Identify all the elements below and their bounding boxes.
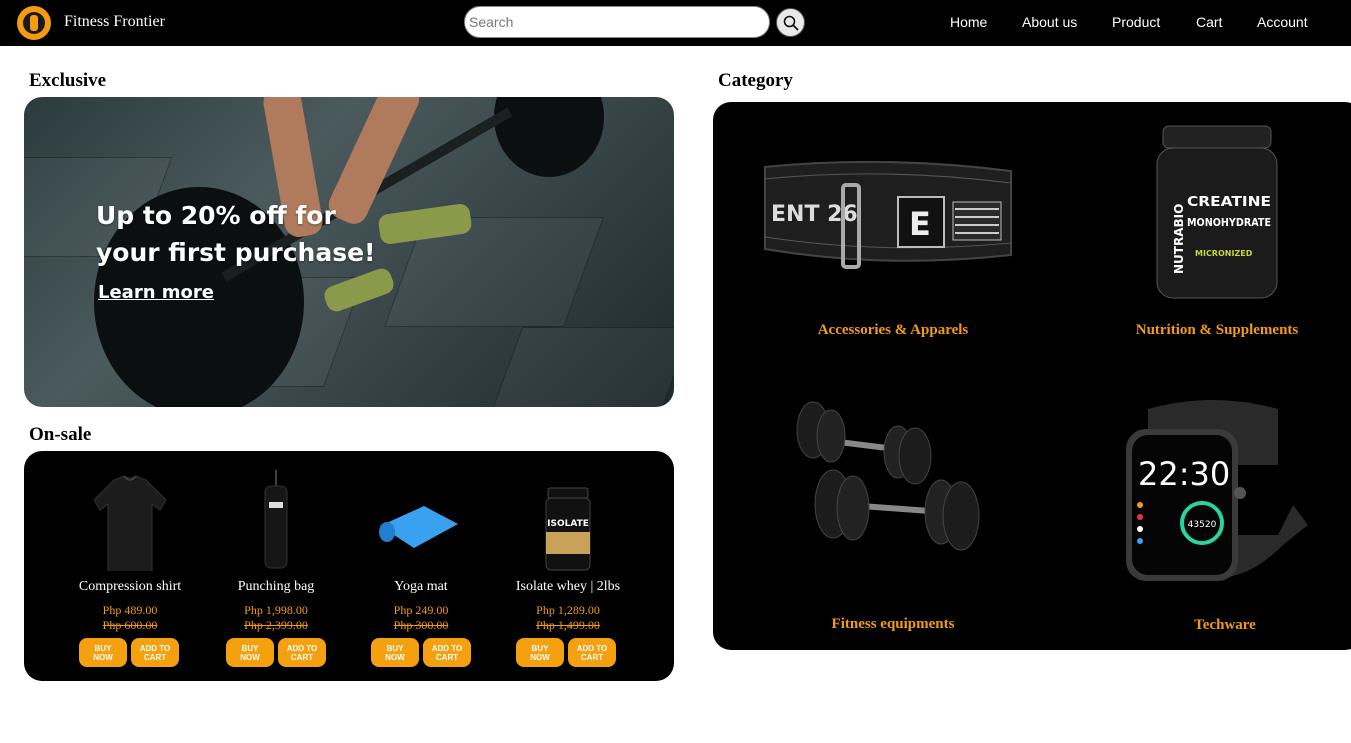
creatine-tub-image[interactable]: NUTRABIO CREATINE MONOHYDRATE MICRONIZED bbox=[1153, 124, 1281, 302]
onsale-title: On-sale bbox=[29, 424, 92, 445]
buy-now-button[interactable]: BUY NOW bbox=[226, 638, 274, 667]
banner-headline: Up to 20% off for your first purchase! bbox=[96, 197, 375, 271]
product-price: Php 249.00 bbox=[393, 603, 449, 617]
nav-about-us[interactable]: About us bbox=[1022, 14, 1077, 30]
product-name[interactable]: Isolate whey | 2lbs bbox=[483, 579, 653, 595]
watch-steps: 43520 bbox=[1188, 520, 1217, 530]
category-fitness-equipments[interactable]: Fitness equipments bbox=[743, 616, 1043, 633]
top-nav-bar: Fitness Frontier Home About us Product C… bbox=[0, 0, 1351, 46]
add-to-cart-button[interactable]: ADD TO CART bbox=[568, 638, 616, 667]
category-techware[interactable]: Techware bbox=[1075, 617, 1351, 634]
smartwatch-image[interactable]: 22:30 43520 bbox=[1118, 395, 1313, 600]
category-accessories-apparels[interactable]: Accessories & Apparels bbox=[743, 322, 1043, 339]
onsale-panel: Compression shirt Php 489.00 Php 600.00 … bbox=[24, 451, 674, 681]
category-title: Category bbox=[718, 70, 793, 91]
compression-shirt-image[interactable] bbox=[90, 466, 170, 571]
svg-text:MONOHYDRATE: MONOHYDRATE bbox=[1187, 216, 1271, 229]
buy-now-button[interactable]: BUY NOW bbox=[516, 638, 564, 667]
search-button[interactable] bbox=[776, 8, 805, 37]
exclusive-banner[interactable]: Up to 20% off for your first purchase! L… bbox=[24, 97, 674, 407]
nav-account[interactable]: Account bbox=[1257, 14, 1308, 30]
buy-now-button[interactable]: BUY NOW bbox=[371, 638, 419, 667]
category-nutrition-supplements[interactable]: Nutrition & Supplements bbox=[1067, 322, 1351, 339]
logo-figure bbox=[30, 15, 38, 31]
isolate-whey-image[interactable]: ISOLATE bbox=[528, 466, 608, 571]
product-price: Php 1,289.00 bbox=[536, 603, 600, 617]
yoga-mat-image[interactable] bbox=[366, 466, 470, 571]
svg-text:CREATINE: CREATINE bbox=[1187, 195, 1271, 210]
product-name[interactable]: Compression shirt bbox=[45, 579, 215, 595]
product-old-price: Php 2,399.00 bbox=[244, 618, 308, 632]
product-old-price: Php 600.00 bbox=[102, 618, 158, 632]
barbell-plate-right bbox=[494, 97, 604, 177]
learn-more-link[interactable]: Learn more bbox=[98, 282, 214, 303]
search-input[interactable] bbox=[464, 6, 770, 38]
product-price: Php 489.00 bbox=[102, 603, 158, 617]
watch-time: 22:30 bbox=[1138, 455, 1230, 493]
punching-bag-image[interactable] bbox=[236, 466, 316, 571]
category-panel: ENT 26 E Accessories & Apparels NUTRABIO… bbox=[713, 102, 1351, 650]
lifting-belt-image[interactable]: ENT 26 E bbox=[763, 157, 1013, 272]
add-to-cart-button[interactable]: ADD TO CART bbox=[131, 638, 179, 667]
brand-name[interactable]: Fitness Frontier bbox=[64, 13, 165, 31]
fitness-frontier-logo[interactable] bbox=[15, 4, 53, 42]
buy-now-button[interactable]: BUY NOW bbox=[79, 638, 127, 667]
add-to-cart-button[interactable]: ADD TO CART bbox=[423, 638, 471, 667]
lifter-shoe bbox=[321, 265, 397, 315]
product-old-price: Php 1,499.00 bbox=[536, 618, 600, 632]
nav-product[interactable]: Product bbox=[1112, 14, 1160, 30]
tub-brand-text: NUTRABIO bbox=[1172, 204, 1186, 274]
svg-text:ISOLATE: ISOLATE bbox=[547, 519, 589, 529]
add-to-cart-button[interactable]: ADD TO CART bbox=[278, 638, 326, 667]
banner-line: Up to 20% off for bbox=[96, 201, 336, 230]
banner-line: your first purchase! bbox=[96, 238, 376, 267]
search-icon bbox=[783, 15, 799, 31]
nav-home[interactable]: Home bbox=[950, 14, 987, 30]
floor-tile bbox=[485, 327, 674, 407]
tub-sub-text: MICRONIZED bbox=[1195, 249, 1253, 258]
svg-text:E: E bbox=[909, 205, 931, 243]
nav-cart[interactable]: Cart bbox=[1196, 14, 1222, 30]
exclusive-title: Exclusive bbox=[29, 70, 107, 91]
product-price: Php 1,998.00 bbox=[244, 603, 308, 617]
product-name[interactable]: Yoga mat bbox=[336, 579, 506, 595]
product-old-price: Php 300.00 bbox=[393, 618, 449, 632]
dumbbells-image[interactable] bbox=[793, 400, 988, 560]
